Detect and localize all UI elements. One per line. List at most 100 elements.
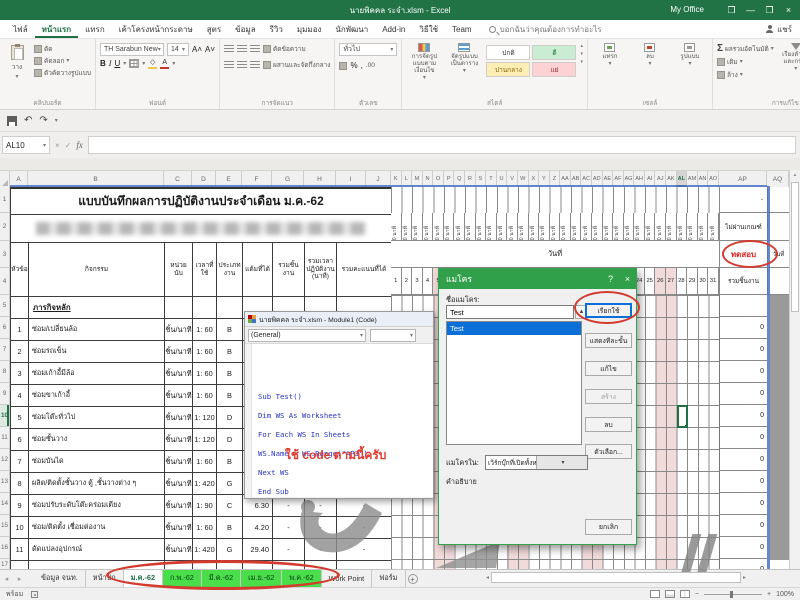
day-grid-row1[interactable] bbox=[391, 187, 719, 213]
formula-input[interactable] bbox=[88, 136, 796, 154]
row-header[interactable]: 6 bbox=[0, 317, 9, 339]
day-number-cell[interactable]: 25 bbox=[645, 268, 656, 295]
cancel-button[interactable]: ยกเลิก bbox=[585, 519, 632, 535]
sheet-tab[interactable]: พ.ค.-62 bbox=[282, 570, 321, 587]
enter-icon[interactable]: ✓ bbox=[65, 141, 72, 150]
ap-cell[interactable]: - bbox=[719, 187, 767, 213]
cell-time[interactable]: 1: 420 bbox=[193, 473, 217, 495]
italic-button[interactable]: I bbox=[109, 59, 112, 68]
row-header[interactable]: 12 bbox=[0, 449, 9, 471]
day-number-cell[interactable]: 27 bbox=[666, 268, 677, 295]
day-note-cell[interactable]: 0 นาที bbox=[560, 213, 571, 241]
cell-activity[interactable]: ผลิต/ติดตั้งชั้นวาง ตู้ ,ชั้นวางต่าง ๆ bbox=[29, 473, 165, 495]
horizontal-scroll-thumb[interactable] bbox=[491, 572, 741, 583]
macro-name-input[interactable] bbox=[446, 305, 574, 319]
row-header[interactable]: 14 bbox=[0, 493, 9, 515]
copy-button[interactable]: คัดลอก▾ bbox=[34, 55, 91, 66]
day-note-cell[interactable]: 0 นาที bbox=[476, 213, 487, 241]
code-line[interactable]: Next WS bbox=[258, 463, 368, 482]
macro-list[interactable]: Test bbox=[446, 321, 582, 445]
day-number-cell[interactable]: 30 bbox=[698, 268, 709, 295]
row-header[interactable]: 2 bbox=[0, 213, 9, 241]
close-icon[interactable]: × bbox=[619, 269, 636, 289]
header-activity[interactable]: กิจกรรม bbox=[29, 243, 165, 297]
scroll-left-icon[interactable]: ◂ bbox=[486, 574, 489, 581]
cell-time[interactable]: 1: 120 bbox=[193, 429, 217, 451]
cell-unit[interactable]: ชิ้น/นาที bbox=[165, 429, 193, 451]
day-note-cell[interactable]: 0 นาที bbox=[529, 213, 540, 241]
shrink-font-button[interactable]: A˅ bbox=[205, 45, 215, 54]
row-header[interactable]: 7 bbox=[0, 339, 9, 361]
font-color-icon[interactable]: A bbox=[160, 59, 169, 68]
insert-function-icon[interactable]: fx bbox=[76, 140, 83, 150]
day-note-cell[interactable]: 0 นาที bbox=[507, 213, 518, 241]
day-note-cell[interactable]: 0 นาที bbox=[444, 213, 455, 241]
align-top-icon[interactable] bbox=[224, 45, 234, 53]
page-break-view-icon[interactable] bbox=[680, 590, 690, 598]
dialog-button[interactable]: แก้ไข bbox=[585, 361, 632, 376]
cell-type[interactable]: B bbox=[217, 451, 243, 473]
day-number-cell[interactable]: 29 bbox=[687, 268, 698, 295]
ribbon-tab[interactable]: รีวิว bbox=[263, 20, 290, 38]
ap-value-cell[interactable]: 0 bbox=[720, 449, 767, 471]
ribbon-tab[interactable]: ข้อมูล bbox=[228, 20, 262, 38]
page-layout-view-icon[interactable] bbox=[665, 590, 675, 598]
dialog-button[interactable]: สร้าง bbox=[585, 389, 632, 404]
dialog-title-bar[interactable]: แมโคร ? × bbox=[439, 269, 636, 289]
dialog-button[interactable]: ตัวเลือก... bbox=[585, 444, 632, 459]
day-note-cell[interactable]: 0 นาที bbox=[518, 213, 529, 241]
cell-activity[interactable]: ซ่อม/เปลี่ยนล้อ bbox=[29, 319, 165, 341]
day-note-cell[interactable]: 0 นาที bbox=[550, 213, 561, 241]
section-title[interactable]: ภารกิจหลัก bbox=[29, 297, 165, 319]
ap-test-cell[interactable]: ทดสอบ bbox=[719, 241, 767, 268]
ribbon-tab[interactable]: เค้าโครงหน้ากระดาษ bbox=[112, 20, 200, 38]
cell-time[interactable]: 1: 60 bbox=[193, 341, 217, 363]
number-format-select[interactable]: ทั่วไป▾ bbox=[339, 43, 397, 56]
cell-activity[interactable]: ซ่อมปรับระดับโต๊ะคร่อมเตียง bbox=[29, 495, 165, 517]
day-note-cell[interactable]: 0 นาที bbox=[402, 213, 413, 241]
aq-cell[interactable] bbox=[767, 213, 789, 241]
cell-activity[interactable]: ซ่อมเก้าอี้มีล้อ bbox=[29, 363, 165, 385]
ap-value-cell[interactable]: 0 bbox=[720, 317, 767, 339]
day-note-cell[interactable]: 0 นาที bbox=[687, 213, 698, 241]
cell-no[interactable]: 7 bbox=[11, 451, 29, 473]
cell-type[interactable]: B bbox=[217, 517, 243, 539]
sheet-tab[interactable]: หน้าปก bbox=[86, 570, 124, 587]
zoom-out-icon[interactable]: − bbox=[695, 591, 699, 598]
header-unit[interactable]: หน่วยนับ bbox=[165, 243, 193, 297]
cell-unit[interactable]: ชิ้น/นาที bbox=[165, 539, 193, 561]
cell-type[interactable]: D bbox=[217, 429, 243, 451]
cell-type[interactable]: B bbox=[217, 363, 243, 385]
header-sum-time[interactable]: รวมเวลาปฏิบัติงาน (นาที) bbox=[305, 243, 337, 297]
align-center-icon[interactable] bbox=[237, 61, 247, 69]
ribbon-tab[interactable]: มุมมอง bbox=[290, 20, 329, 38]
cell-score[interactable]: 29.40 bbox=[243, 539, 273, 561]
ap-value-cell[interactable]: 0 bbox=[720, 493, 767, 515]
row-header[interactable]: 4 bbox=[0, 268, 9, 295]
cell-no[interactable]: 3 bbox=[11, 363, 29, 385]
vba-object-select[interactable]: (General)▾ bbox=[248, 329, 366, 342]
column-header-aq[interactable]: AQ bbox=[767, 171, 789, 187]
select-all-corner[interactable] bbox=[0, 171, 10, 187]
day-number-cell[interactable]: 31 bbox=[708, 268, 719, 295]
redacted-row[interactable] bbox=[11, 215, 392, 243]
ribbon-tab[interactable]: แทรก bbox=[78, 20, 112, 38]
maximize-button[interactable]: ❐ bbox=[760, 0, 779, 20]
cell-no[interactable]: 10 bbox=[11, 517, 29, 539]
cell-activity[interactable]: ซ่อม/ติดตั้ง เชื่อมต่องาน bbox=[29, 517, 165, 539]
merge-center-button[interactable]: ผสานและจัดกึ่งกลาง bbox=[263, 59, 330, 70]
ribbon-options-icon[interactable]: ❐ bbox=[722, 0, 741, 20]
cell-no[interactable]: 1 bbox=[11, 319, 29, 341]
row-header[interactable]: 16 bbox=[0, 537, 9, 559]
day-note-cell[interactable]: 0 นาที bbox=[423, 213, 434, 241]
ap-value-cell[interactable] bbox=[720, 295, 767, 317]
day-note-cell[interactable]: 0 นาที bbox=[592, 213, 603, 241]
cell-unit[interactable]: ชิ้น/นาที bbox=[165, 407, 193, 429]
undo-button[interactable]: ↶ bbox=[24, 115, 32, 126]
cell-activity[interactable]: ซ่อมรถเข็น bbox=[29, 341, 165, 363]
ap-value-cell[interactable]: 0 bbox=[720, 537, 767, 559]
vba-code-window[interactable]: นายพิคคล ระจำ.xlsm - Module1 (Code) (Gen… bbox=[244, 311, 434, 499]
ribbon-tab[interactable]: Add-in bbox=[375, 20, 412, 38]
cell-no[interactable]: 4 bbox=[11, 385, 29, 407]
borders-icon[interactable] bbox=[129, 59, 139, 68]
